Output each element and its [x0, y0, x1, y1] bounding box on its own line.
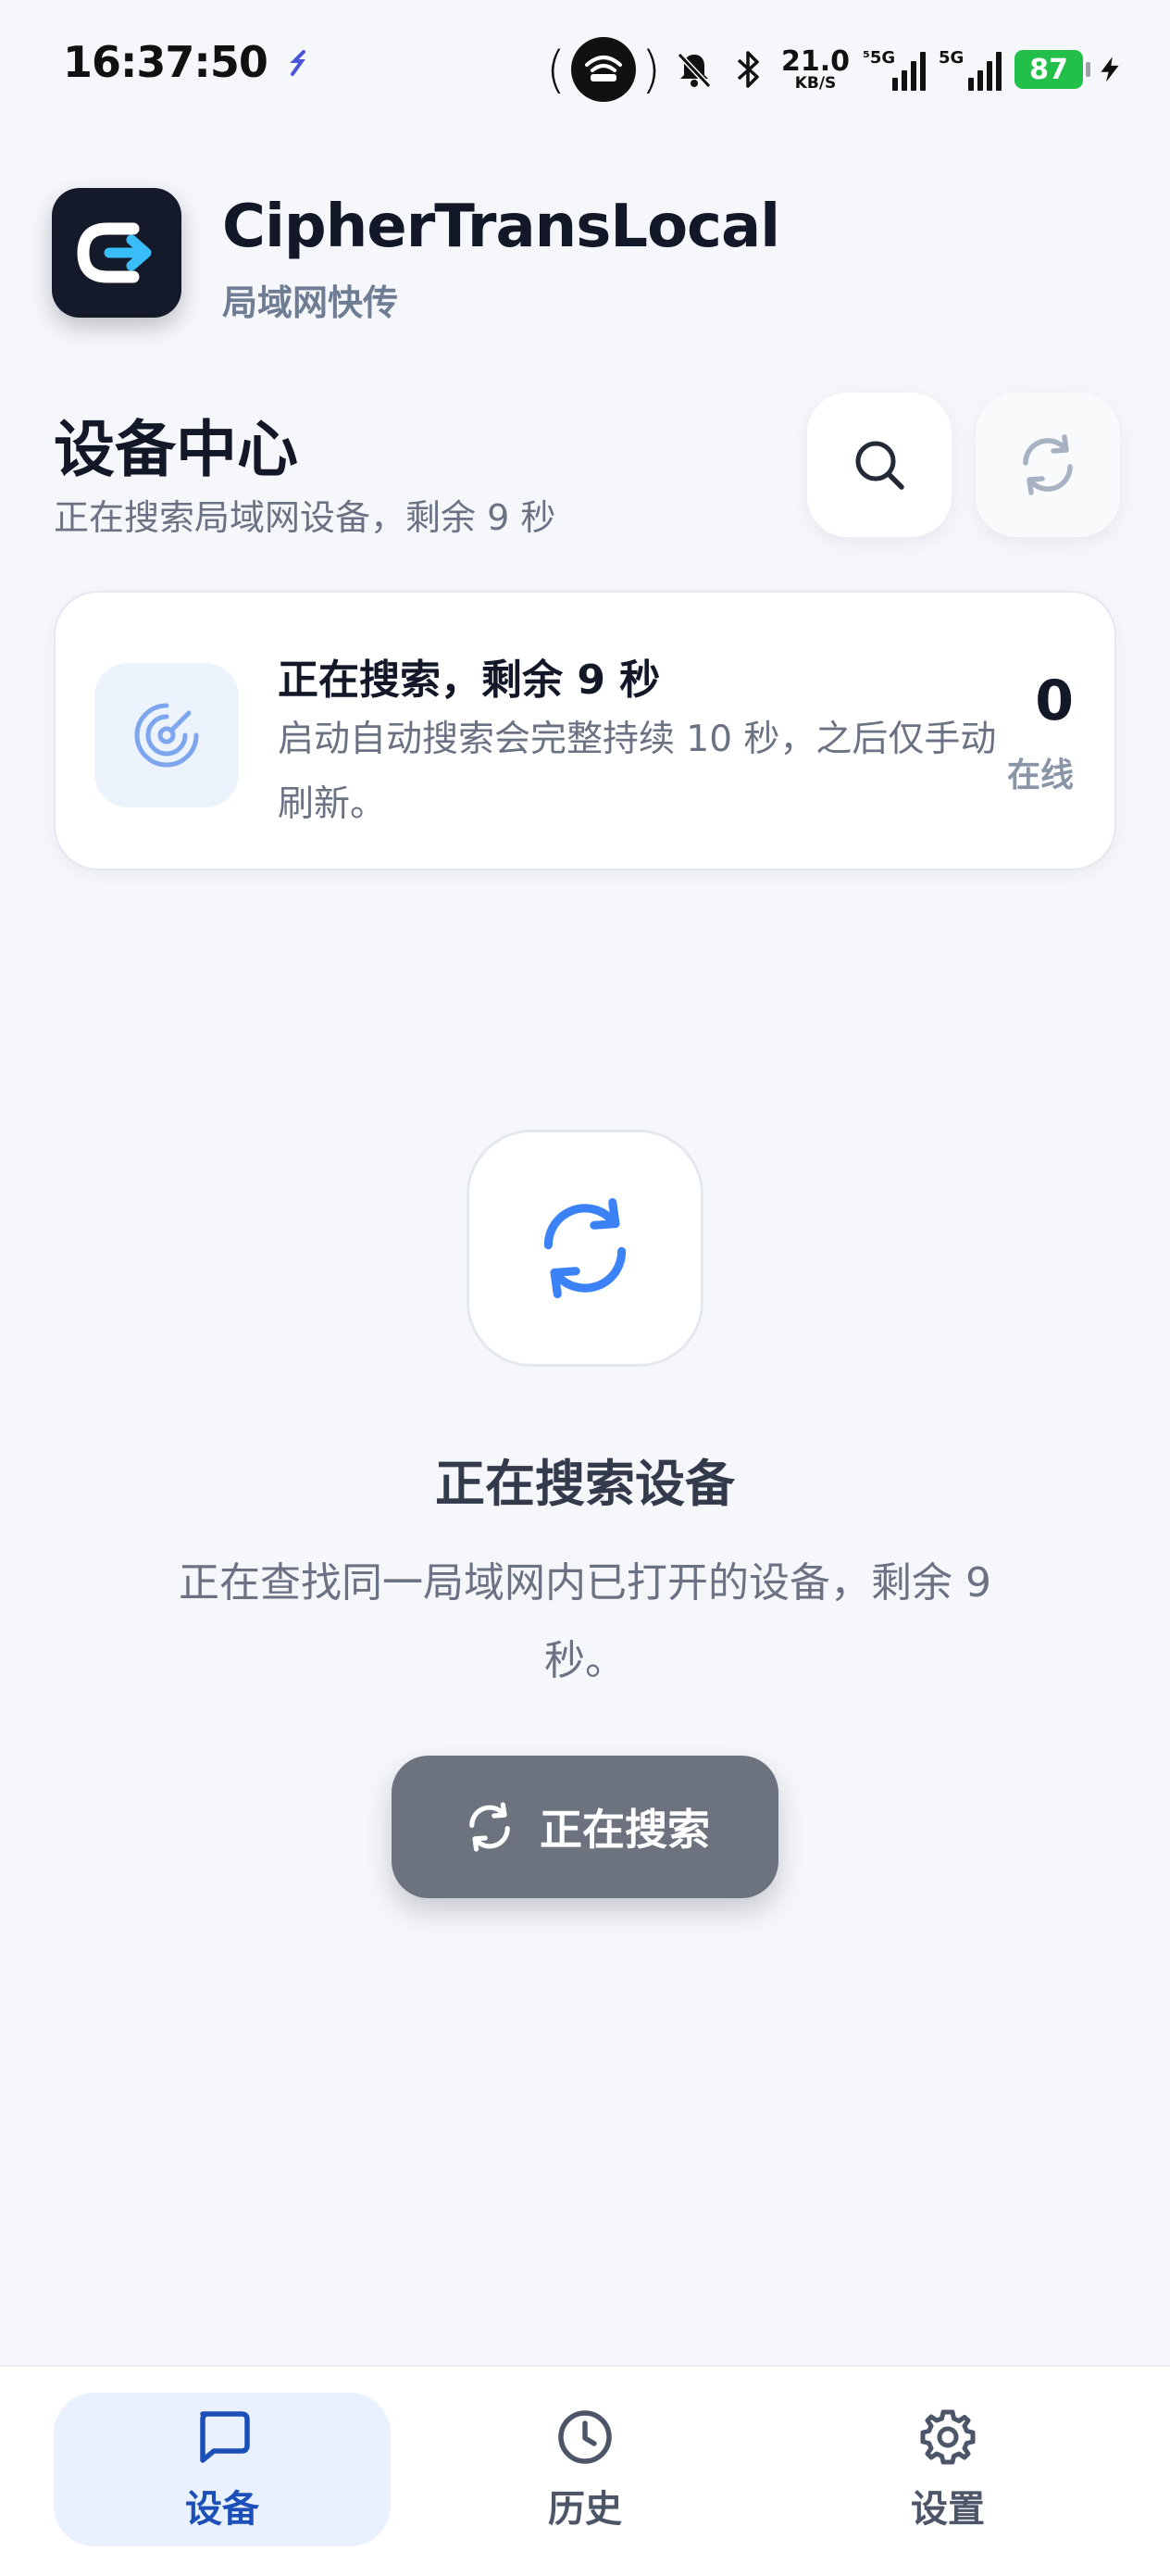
chat-icon	[200, 2411, 250, 2463]
nav-devices-label: 设备	[185, 2488, 259, 2531]
signal-icon: 5G	[939, 48, 1002, 91]
status-bar: 16:37:50 ( ) 21.0 KB/S ⁵5G 5G 87	[0, 0, 1170, 139]
search-button[interactable]	[807, 393, 952, 537]
searching-button-label: 正在搜索	[540, 1805, 710, 1855]
refresh-icon	[543, 1197, 627, 1299]
online-count: 0	[1035, 669, 1074, 733]
searching-button[interactable]: 正在搜索	[392, 1756, 778, 1898]
net-speed-unit: KB/S	[794, 73, 837, 93]
radar-icon-box	[94, 663, 239, 807]
nav-history[interactable]: 历史	[417, 2393, 753, 2546]
refresh-icon	[1023, 434, 1073, 495]
net-speed-value: 21.0	[780, 44, 850, 78]
online-count-label: 在线	[1006, 757, 1074, 794]
nav-history-label: 历史	[548, 2488, 622, 2531]
radar-icon	[134, 703, 199, 768]
status-time: 16:37:50	[63, 37, 268, 87]
clock-icon	[558, 2410, 612, 2464]
hotspot-icon: ( )	[546, 37, 661, 102]
bluetooth-icon	[737, 51, 759, 88]
page-title: 设备中心	[54, 414, 298, 485]
sim1-label: ⁵5G	[863, 48, 896, 68]
empty-state-title: 正在搜索设备	[435, 1455, 735, 1513]
charging-icon	[1101, 56, 1119, 82]
empty-state-icon-box	[467, 1130, 703, 1367]
sim2-label: 5G	[939, 48, 965, 68]
empty-state-description: 正在查找同一局域网内已打开的设备，剩余 9 秒。	[179, 1559, 991, 1684]
bottom-nav: 设备 历史 设置	[0, 2365, 1170, 2576]
refresh-icon	[469, 1802, 510, 1852]
signal-icon: ⁵5G	[863, 48, 926, 91]
status-icons: ( ) 21.0 KB/S ⁵5G 5G 87	[546, 35, 1124, 104]
nav-settings-label: 设置	[911, 2488, 985, 2531]
app-name: CipherTransLocal	[222, 193, 780, 261]
gear-icon	[920, 2409, 976, 2465]
nav-devices[interactable]: 设备	[54, 2393, 391, 2546]
feather-icon	[290, 50, 305, 76]
card-description: 启动自动搜索会完整持续 10 秒，之后仅手动刷新。	[278, 719, 997, 825]
battery-icon: 87	[1014, 50, 1090, 89]
logout-arrow-icon	[77, 222, 152, 283]
search-icon	[855, 441, 904, 490]
mute-icon	[677, 52, 712, 89]
net-speed: 21.0 KB/S	[780, 44, 850, 93]
nav-settings[interactable]: 设置	[779, 2393, 1116, 2546]
refresh-button[interactable]	[976, 393, 1120, 537]
card-title: 正在搜索，剩余 9 秒	[278, 657, 661, 704]
app-logo	[52, 188, 181, 318]
search-status-card: 正在搜索，剩余 9 秒 启动自动搜索会完整持续 10 秒，之后仅手动刷新。 0 …	[54, 591, 1116, 870]
page-subtitle: 正在搜索局域网设备，剩余 9 秒	[54, 497, 556, 538]
app-subtitle: 局域网快传	[222, 282, 399, 323]
